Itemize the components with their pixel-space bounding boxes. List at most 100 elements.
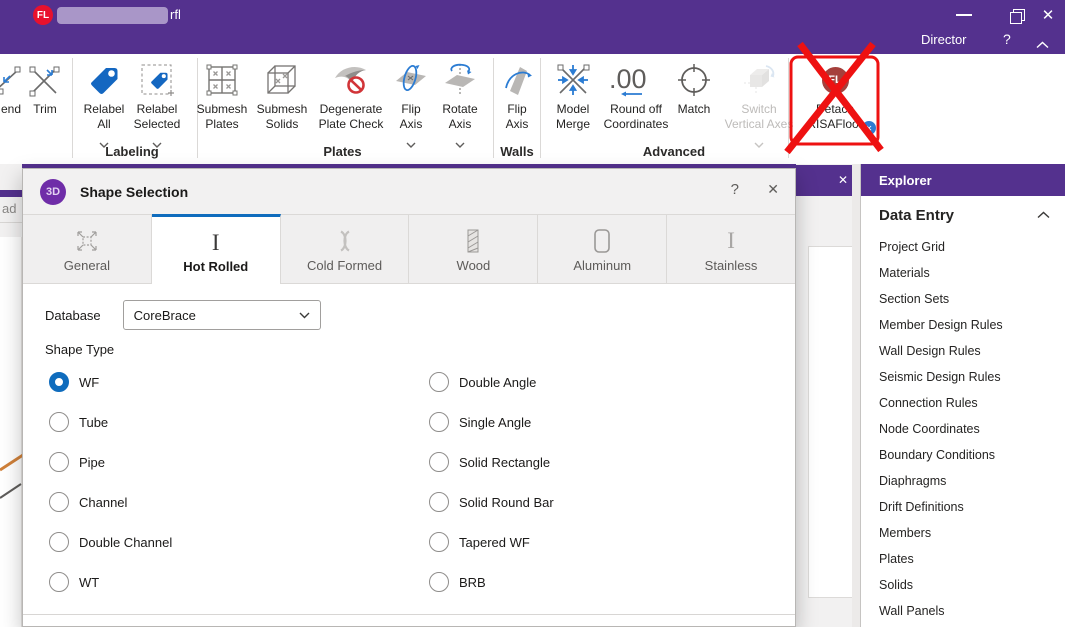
explorer-item-wall-panels[interactable]: Wall Panels (861, 598, 1065, 624)
explorer-item-connection-rules[interactable]: Connection Rules (861, 390, 1065, 416)
explorer-item-boundary-conditions[interactable]: Boundary Conditions (861, 442, 1065, 468)
rotate-axis-button[interactable]: Rotate Axis (435, 58, 485, 153)
radio-option-tapered-wf[interactable]: Tapered WF (429, 532, 530, 552)
close-button[interactable]: ✕ (1036, 3, 1060, 27)
database-dropdown[interactable]: CoreBrace (123, 300, 321, 330)
submesh-plates-label: Submesh (197, 102, 248, 117)
filename-suffix: rfl (170, 7, 181, 22)
minimize-button[interactable] (956, 14, 972, 16)
behind-window-close-icon[interactable]: ✕ (838, 173, 848, 187)
flip-axis-plates-button[interactable]: Flip Axis (389, 58, 433, 153)
help-button[interactable]: ? (1003, 31, 1011, 47)
model-merge-label: Model (557, 102, 590, 117)
detach-risafloor-button[interactable]: FL ✕ Detach RISAFloor (799, 58, 871, 132)
relabel-all-button[interactable]: Relabel All (77, 58, 131, 153)
trim-button[interactable]: Trim (23, 58, 67, 117)
model-view-partial (0, 237, 22, 627)
explorer-item-node-coordinates[interactable]: Node Coordinates (861, 416, 1065, 442)
radio-option-single-angle[interactable]: Single Angle (429, 412, 531, 432)
model-merge-icon (555, 58, 591, 102)
explorer-item-wall-design-rules[interactable]: Wall Design Rules (861, 338, 1065, 364)
radio-icon (429, 452, 449, 472)
degenerate-plate-check-button[interactable]: Degenerate Plate Check (311, 58, 391, 132)
explorer-title: Explorer (879, 173, 932, 188)
explorer-item-project-grid[interactable]: Project Grid (861, 234, 1065, 260)
radio-icon (49, 492, 69, 512)
chevron-up-icon[interactable] (1037, 211, 1050, 219)
radio-option-double-channel[interactable]: Double Channel (49, 532, 172, 552)
data-entry-list: Project Grid Materials Section Sets Memb… (861, 234, 1065, 624)
trim-icon (27, 58, 63, 102)
director-menu[interactable]: Director (921, 32, 967, 47)
explorer-item-members[interactable]: Members (861, 520, 1065, 546)
explorer-item-seismic-design-rules[interactable]: Seismic Design Rules (861, 364, 1065, 390)
flip-axis-icon (393, 58, 429, 102)
round-off-coordinates-button[interactable]: .00 Round off Coordinates (599, 58, 673, 132)
radio-option-pipe[interactable]: Pipe (49, 452, 105, 472)
radio-option-wt[interactable]: WT (49, 572, 99, 592)
radio-option-wf[interactable]: WF (49, 372, 99, 392)
radio-option-brb[interactable]: BRB (429, 572, 486, 592)
explorer-item-solids[interactable]: Solids (861, 572, 1065, 598)
tab-aluminum[interactable]: Aluminum (538, 214, 667, 284)
ribbon-collapse-icon[interactable] (1036, 36, 1049, 54)
behind-window-titlebar: ✕ (796, 165, 860, 196)
flip-axis-walls-button[interactable]: Flip Axis (495, 58, 539, 132)
radio-option-solid-round-bar[interactable]: Solid Round Bar (429, 492, 554, 512)
app-logo-fl-icon: FL (33, 5, 53, 25)
relabel-selected-label: Relabel (137, 102, 178, 117)
tab-stainless[interactable]: I Stainless (667, 214, 795, 284)
dialog-close-button[interactable]: ✕ (767, 181, 779, 198)
tab-hot-rolled[interactable]: I Hot Rolled (152, 214, 281, 284)
detach-x-badge-icon: ✕ (861, 120, 877, 136)
tab-hot-rolled-label: Hot Rolled (183, 259, 248, 274)
aluminum-tube-icon (589, 226, 615, 256)
match-button[interactable]: Match (671, 58, 717, 117)
tab-aluminum-label: Aluminum (573, 258, 631, 273)
radio-selected-icon (49, 372, 69, 392)
detach-risafloor-icon: FL ✕ (822, 58, 849, 102)
wall-flip-axis-icon (499, 58, 535, 102)
ribbon-group-walls: Walls (487, 144, 547, 159)
radio-icon (49, 412, 69, 432)
explorer-header: Explorer (861, 164, 1065, 196)
extend-icon (0, 58, 22, 102)
wall-flip-axis-label: Flip (507, 102, 526, 117)
explorer-item-drift-definitions[interactable]: Drift Definitions (861, 494, 1065, 520)
submesh-solids-button[interactable]: Submesh Solids (253, 58, 311, 132)
explorer-item-plates[interactable]: Plates (861, 546, 1065, 572)
model-merge-button[interactable]: Model Merge (547, 58, 599, 132)
stainless-ibeam-icon: I (727, 226, 735, 256)
submesh-plates-button[interactable]: Submesh Plates (193, 58, 251, 132)
shape-type-label: Shape Type (45, 342, 114, 357)
degenerate-plate-icon (332, 58, 370, 102)
model-members-partial (0, 438, 23, 502)
radio-icon (429, 412, 449, 432)
application-window: FL rfl ✕ Director ? end (0, 0, 1065, 627)
extend-label: end (1, 102, 21, 117)
radio-option-double-angle[interactable]: Double Angle (429, 372, 536, 392)
match-label: Match (678, 102, 711, 117)
data-entry-section-header[interactable]: Data Entry (861, 200, 1065, 230)
radio-option-solid-rectangle[interactable]: Solid Rectangle (429, 452, 550, 472)
dialog-tabs: General I Hot Rolled Cold Formed (23, 214, 795, 284)
dialog-help-button[interactable]: ? (731, 181, 739, 198)
explorer-item-section-sets[interactable]: Section Sets (861, 286, 1065, 312)
tab-general[interactable]: General (23, 214, 152, 284)
maximize-button[interactable] (1002, 6, 1028, 26)
radio-icon (429, 572, 449, 592)
tab-wood[interactable]: Wood (409, 214, 538, 284)
explorer-item-diaphragms[interactable]: Diaphragms (861, 468, 1065, 494)
tab-stainless-label: Stainless (705, 258, 758, 273)
risa3d-badge-icon: 3D (40, 179, 66, 205)
chevron-down-icon[interactable] (455, 135, 465, 153)
relabel-selected-button[interactable]: Relabel Selected (127, 58, 187, 153)
explorer-item-materials[interactable]: Materials (861, 260, 1065, 286)
tag-selection-icon (139, 58, 175, 102)
tab-cold-formed[interactable]: Cold Formed (281, 214, 410, 284)
radio-icon (429, 532, 449, 552)
radio-option-channel[interactable]: Channel (49, 492, 127, 512)
chevron-down-icon (754, 135, 764, 153)
radio-option-tube[interactable]: Tube (49, 412, 108, 432)
explorer-item-member-design-rules[interactable]: Member Design Rules (861, 312, 1065, 338)
